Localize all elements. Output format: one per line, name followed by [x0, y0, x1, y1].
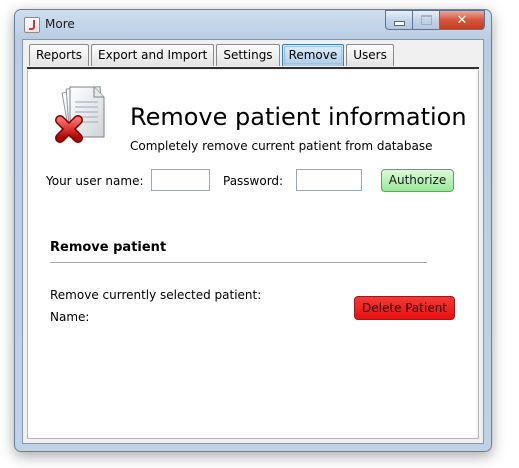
- maximize-button[interactable]: [413, 10, 440, 30]
- window-title: More: [45, 17, 75, 31]
- page-subtitle: Completely remove current patient from d…: [130, 139, 433, 153]
- minimize-icon: [393, 20, 405, 26]
- tab-settings[interactable]: Settings: [216, 44, 280, 66]
- username-label: Your user name:: [46, 174, 144, 188]
- close-icon: ✕: [456, 12, 468, 28]
- java-app-icon: [24, 17, 40, 33]
- tab-export-import[interactable]: Export and Import: [91, 44, 215, 66]
- app-window: More ✕ Reports Export and Import Setting…: [14, 9, 492, 452]
- authorize-button[interactable]: Authorize: [381, 169, 454, 192]
- tab-remove[interactable]: Remove: [281, 44, 345, 66]
- maximize-icon: [420, 15, 432, 25]
- selected-patient-label: Remove currently selected patient:: [50, 288, 262, 302]
- close-button[interactable]: ✕: [440, 10, 485, 30]
- minimize-button[interactable]: [385, 10, 413, 30]
- client-area: Reports Export and Import Settings Remov…: [22, 39, 484, 444]
- tab-users[interactable]: Users: [346, 44, 394, 66]
- panel-edge: [475, 70, 478, 438]
- page-title: Remove patient information: [130, 103, 467, 131]
- section-heading: Remove patient: [50, 240, 167, 255]
- password-input[interactable]: [296, 169, 362, 191]
- username-input[interactable]: [151, 169, 210, 191]
- title-bar[interactable]: More ✕: [15, 10, 491, 38]
- window-controls: ✕: [385, 10, 485, 30]
- delete-patient-button[interactable]: Delete Patient: [354, 296, 455, 320]
- patient-name-label: Name:: [50, 310, 90, 324]
- document-delete-icon: [55, 86, 105, 143]
- remove-panel: Remove patient information Completely re…: [27, 70, 479, 439]
- password-label: Password:: [223, 174, 284, 188]
- tab-reports[interactable]: Reports: [29, 44, 90, 66]
- tab-strip: Reports Export and Import Settings Remov…: [29, 44, 396, 67]
- section-divider: [50, 262, 427, 263]
- tab-divider: [27, 67, 479, 69]
